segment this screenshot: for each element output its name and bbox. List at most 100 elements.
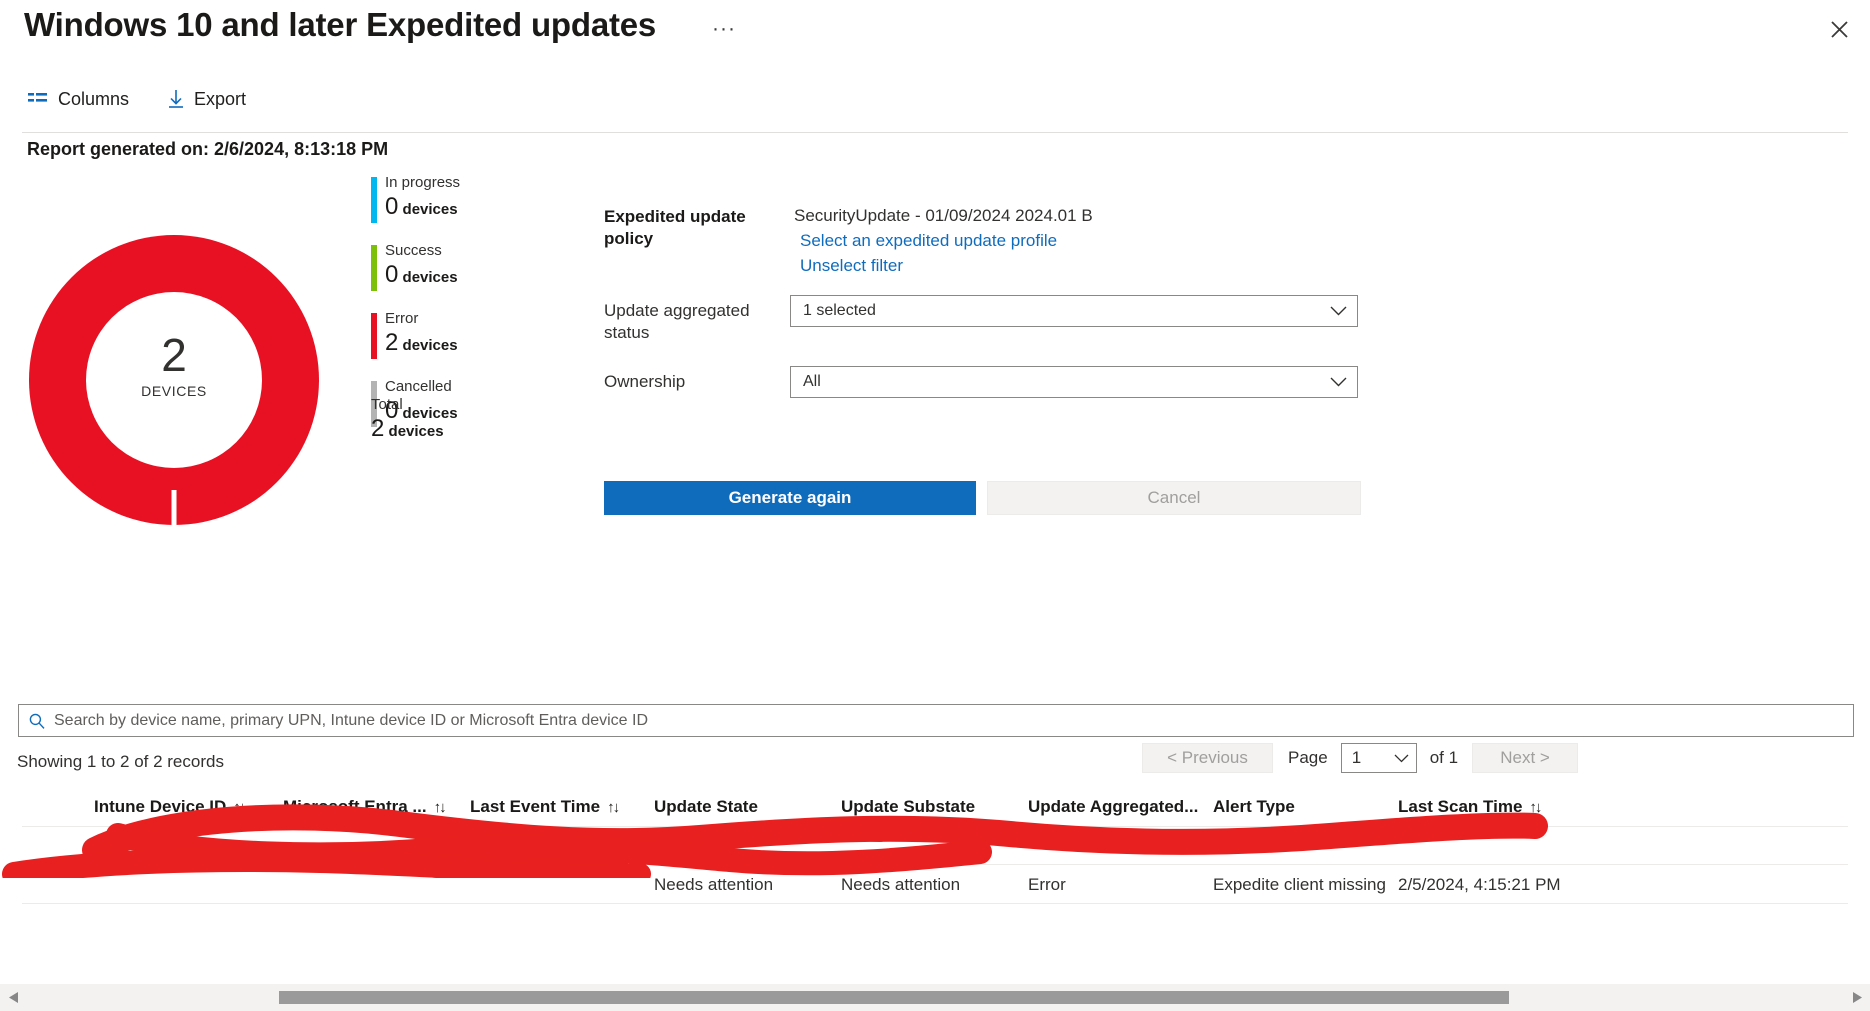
cell-update-aggregated: Error [1028, 874, 1066, 894]
table-row[interactable]: Needs attention Needs attention Error Ex… [0, 865, 1870, 904]
column-label: Alert Type [1213, 797, 1295, 816]
donut-center-label: DEVICES [141, 383, 207, 399]
search-placeholder: Search by device name, primary UPN, Intu… [54, 711, 649, 729]
legend-item-error: Error 2 devices [371, 310, 541, 361]
column-header-update-aggregated[interactable]: Update Aggregated... [1028, 788, 1198, 826]
update-aggregated-status-value: 1 selected [803, 302, 876, 319]
legend-total-unit: devices [388, 423, 444, 440]
update-aggregated-status-label: Update aggregated status [604, 301, 750, 342]
scrollbar-thumb[interactable] [279, 991, 1509, 1004]
column-label: Update Substate [841, 797, 976, 816]
column-label: Intune Device ID [94, 797, 227, 816]
search-input[interactable]: Search by device name, primary UPN, Intu… [18, 704, 1854, 737]
devices-table: Intune Device ID ↑↓ Microsoft Entra ... … [0, 788, 1870, 904]
legend-swatch-success [371, 245, 377, 291]
scroll-left-arrow-icon[interactable] [0, 991, 26, 1004]
cell-last-scan-time: 2/5/2024, 4:15:21 PM [1398, 874, 1561, 894]
blade-header: Windows 10 and later Expedited updates ·… [0, 0, 1870, 62]
sort-icon: ↑↓ [607, 798, 620, 816]
legend-label-cancelled: Cancelled [385, 378, 452, 395]
cancel-button[interactable]: Cancel [987, 481, 1361, 515]
unselect-filter-link[interactable]: Unselect filter [800, 256, 903, 276]
legend-unit-error: devices [402, 337, 458, 354]
select-expedited-update-profile-link[interactable]: Select an expedited update profile [800, 231, 1057, 251]
legend-value-error: 2 devices [385, 328, 541, 361]
chevron-down-icon [1330, 306, 1347, 316]
column-label: Microsoft Entra ... [283, 797, 427, 816]
legend-value-success: 0 devices [385, 260, 541, 293]
legend-unit-in-progress: devices [402, 201, 458, 218]
legend-count-success: 0 [385, 261, 399, 288]
scrollbar-track[interactable] [26, 984, 1844, 1011]
sort-icon: ↑↓ [433, 798, 447, 816]
sort-icon: ↑↓ [233, 798, 246, 816]
columns-icon [28, 92, 48, 106]
search-icon [29, 713, 45, 729]
horizontal-scrollbar[interactable] [0, 984, 1870, 1011]
donut-chart: 2 DEVICES [18, 235, 330, 525]
cell-alert-type: Expedite client missing [1213, 874, 1386, 894]
expedited-updates-blade: Windows 10 and later Expedited updates ·… [0, 0, 1870, 1011]
donut-center-value: 2 [161, 329, 187, 381]
column-label: Update Aggregated... [1028, 797, 1199, 816]
column-label: Last Scan Time [1398, 797, 1523, 816]
update-aggregated-status-dropdown[interactable]: 1 selected [790, 295, 1358, 327]
table-row[interactable] [0, 826, 1870, 865]
page-label: Page [1288, 748, 1328, 767]
previous-page-button[interactable]: < Previous [1142, 743, 1273, 773]
ownership-label: Ownership [604, 372, 686, 391]
sort-icon: ↑↓ [1529, 798, 1542, 816]
legend-label-error: Error [385, 310, 419, 327]
pagination: < Previous Page 1 of 1 Next > [1142, 742, 1579, 774]
legend-unit-success: devices [402, 269, 458, 286]
legend-swatch-error [371, 313, 377, 359]
page-title: Windows 10 and later Expedited updates [24, 6, 657, 43]
legend-total-value: 2 devices [371, 414, 551, 447]
generate-again-button[interactable]: Generate again [604, 481, 976, 515]
export-button[interactable]: Export [168, 82, 246, 116]
policy-label: Expedited update policy [604, 207, 746, 248]
scroll-right-arrow-icon[interactable] [1844, 991, 1870, 1004]
ownership-dropdown[interactable]: All [790, 366, 1358, 398]
columns-label: Columns [58, 88, 130, 109]
download-icon [168, 89, 184, 109]
legend-item-in-progress: In progress 0 devices [371, 174, 541, 225]
legend-total-label: Total [371, 396, 403, 413]
column-header-update-state[interactable]: Update State [654, 788, 758, 826]
legend-count-in-progress: 0 [385, 193, 399, 220]
legend-value-in-progress: 0 devices [385, 192, 541, 225]
command-bar: Columns Export [0, 82, 1870, 132]
column-header-update-substate[interactable]: Update Substate [841, 788, 975, 826]
legend-swatch-in-progress [371, 177, 377, 223]
column-label: Last Event Time [470, 797, 601, 816]
policy-value: SecurityUpdate - 01/09/2024 2024.01 B [794, 206, 1093, 225]
records-count: Showing 1 to 2 of 2 records [17, 752, 224, 771]
row-divider [22, 903, 1848, 904]
close-button[interactable] [1822, 12, 1856, 46]
next-page-button[interactable]: Next > [1472, 743, 1579, 773]
column-label: Update State [654, 797, 758, 816]
legend-total: Total 2 devices [371, 396, 551, 447]
ownership-value: All [803, 373, 821, 390]
command-bar-divider [22, 132, 1848, 133]
chevron-down-icon [1394, 754, 1409, 763]
page-number-value: 1 [1351, 748, 1362, 767]
column-header-intune-device-id[interactable]: Intune Device ID ↑↓ [94, 788, 246, 826]
column-header-entra-device-id[interactable]: Microsoft Entra ... ↑↓ [283, 788, 447, 826]
column-header-last-scan-time[interactable]: Last Scan Time ↑↓ [1398, 788, 1542, 826]
column-header-last-event-time[interactable]: Last Event Time ↑↓ [470, 788, 620, 826]
cell-update-substate: Needs attention [841, 874, 961, 894]
column-header-alert-type[interactable]: Alert Type [1213, 788, 1295, 826]
legend-item-success: Success 0 devices [371, 242, 541, 293]
export-label: Export [194, 88, 247, 109]
columns-button[interactable]: Columns [28, 82, 129, 116]
page-number-select[interactable]: 1 [1340, 743, 1417, 773]
legend-label-in-progress: In progress [385, 174, 461, 191]
report-generated-on: Report generated on: 2/6/2024, 8:13:18 P… [27, 139, 389, 159]
legend-label-success: Success [385, 242, 442, 259]
legend-total-count: 2 [371, 415, 385, 442]
more-options-button[interactable]: ··· [712, 18, 736, 39]
page-total: of 1 [1429, 748, 1459, 767]
chevron-down-icon [1330, 377, 1347, 387]
legend-count-error: 2 [385, 329, 399, 356]
